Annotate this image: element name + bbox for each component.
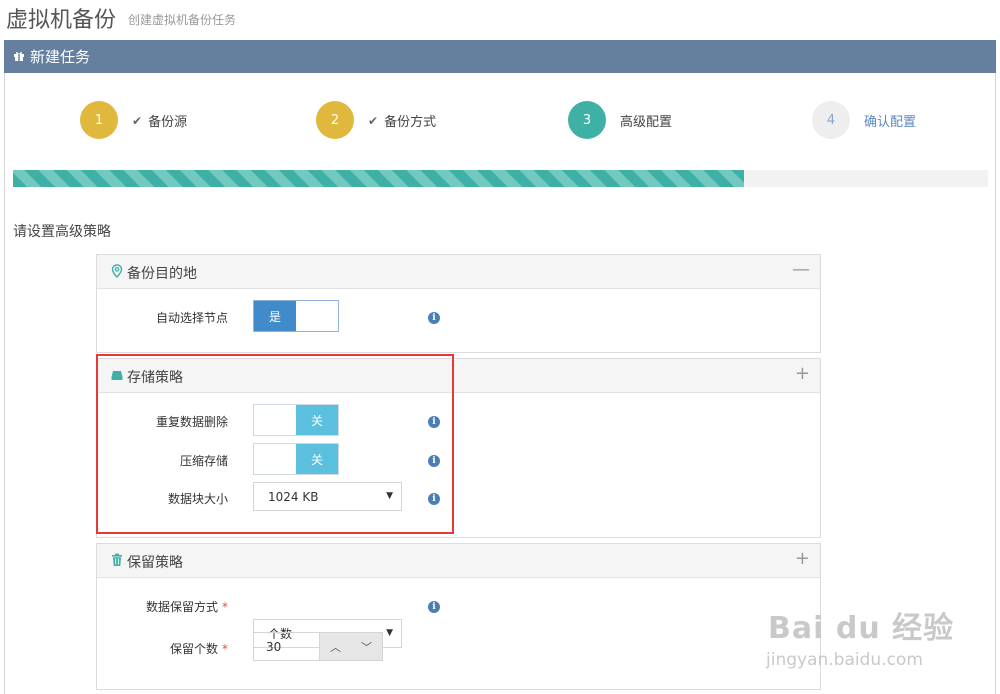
watermark-brand: Bai du 经验 [768, 611, 955, 646]
toggle-knob [296, 301, 338, 331]
retention-count-text: 保留个数 [169, 642, 218, 656]
section-hint: 请设置高级策略 [13, 224, 111, 240]
step-2-circle[interactable]: 2 [316, 101, 354, 139]
step-4[interactable]: 确认配置 [864, 111, 916, 130]
wizard-progress-bar [13, 170, 988, 187]
auto-select-node-toggle[interactable]: 是 [253, 300, 339, 332]
chevron-up-icon: ︿ [330, 640, 341, 654]
required-mark: * [222, 600, 228, 614]
page-subtitle: 创建虚拟机备份任务 [128, 13, 237, 27]
retention-mode-text: 数据保留方式 [145, 600, 218, 614]
highlight-box [96, 354, 454, 534]
retention-count-input[interactable]: 30 [253, 632, 320, 661]
step-1-circle[interactable]: 1 [80, 101, 118, 139]
panel-title: 备份目的地 [127, 266, 197, 282]
expand-button[interactable]: + [795, 363, 810, 384]
collapse-button[interactable]: — [792, 259, 810, 280]
panel-backup-destination: 备份目的地 — [96, 254, 821, 353]
increment-button[interactable]: ︿ [320, 632, 351, 661]
step-3-circle[interactable]: 3 [568, 101, 606, 139]
auto-select-node-label: 自动选择节点 [155, 311, 228, 325]
panel-header[interactable]: 保留策略 + [97, 544, 820, 578]
trash-icon [112, 553, 122, 566]
map-marker-icon [111, 264, 123, 278]
step-4-circle[interactable]: 4 [812, 101, 850, 139]
wizard-progress-fill [13, 170, 745, 187]
retention-mode-label: 数据保留方式 * [88, 598, 228, 615]
toggle-on-label: 是 [254, 301, 296, 331]
info-icon[interactable]: i [428, 601, 440, 613]
chevron-down-icon: ﹀ [361, 640, 372, 654]
step-1-label: 备份源 [148, 115, 188, 130]
check-icon: ✔ [368, 113, 379, 128]
panel-header[interactable]: 备份目的地 — [97, 255, 820, 289]
page-title: 虚拟机备份 [6, 8, 117, 33]
step-3-label: 高级配置 [620, 115, 673, 130]
task-header: 新建任务 [4, 40, 996, 73]
watermark-url: jingyan.baidu.com [766, 650, 923, 670]
retention-count-stepper[interactable]: 30 ︿ ﹀ [253, 632, 383, 661]
decrement-button[interactable]: ﹀ [351, 632, 383, 661]
task-header-title: 新建任务 [30, 48, 91, 66]
step-2-label: 备份方式 [384, 115, 437, 130]
required-mark: * [222, 642, 228, 656]
caret-down-icon: ▼ [386, 628, 393, 638]
panel-title: 保留策略 [127, 555, 183, 571]
check-icon: ✔ [132, 113, 143, 128]
expand-button[interactable]: + [795, 548, 810, 569]
gift-icon [14, 52, 24, 61]
panel-retention-policy: 保留策略 + [96, 543, 821, 690]
retention-count-label: 保留个数 * [88, 640, 228, 657]
step-1[interactable]: ✔ 备份源 [132, 111, 188, 131]
step-4-label: 确认配置 [864, 115, 917, 130]
step-2[interactable]: ✔ 备份方式 [368, 111, 437, 131]
info-icon[interactable]: i [428, 312, 440, 324]
step-3[interactable]: 高级配置 [620, 111, 672, 130]
